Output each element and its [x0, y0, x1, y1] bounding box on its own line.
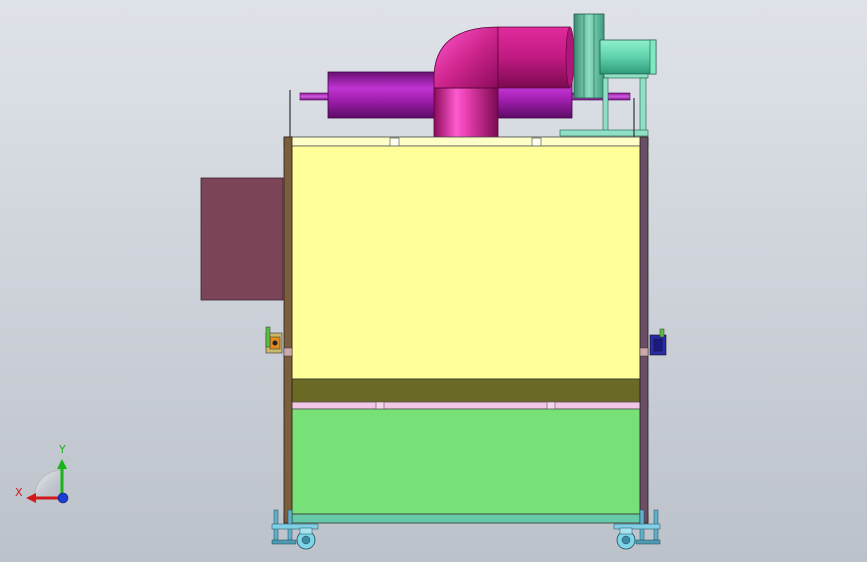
blower-fan[interactable] [559, 13, 657, 137]
reference-triad [26, 459, 69, 504]
lower-chamber-panel[interactable] [291, 408, 641, 515]
cabinet[interactable] [283, 136, 649, 524]
assembly-front-view[interactable] [0, 0, 867, 562]
exhaust-duct[interactable] [433, 26, 575, 139]
left-valve-fitting[interactable] [265, 326, 283, 354]
right-valve-fitting[interactable] [649, 328, 667, 356]
upper-chamber-panel[interactable] [291, 145, 641, 380]
side-control-box[interactable] [200, 177, 284, 301]
graphics-viewport[interactable]: X Y [0, 0, 867, 562]
triad-y-label: Y [59, 443, 66, 456]
filter-strip[interactable] [291, 378, 641, 403]
triad-x-label: X [15, 486, 23, 499]
